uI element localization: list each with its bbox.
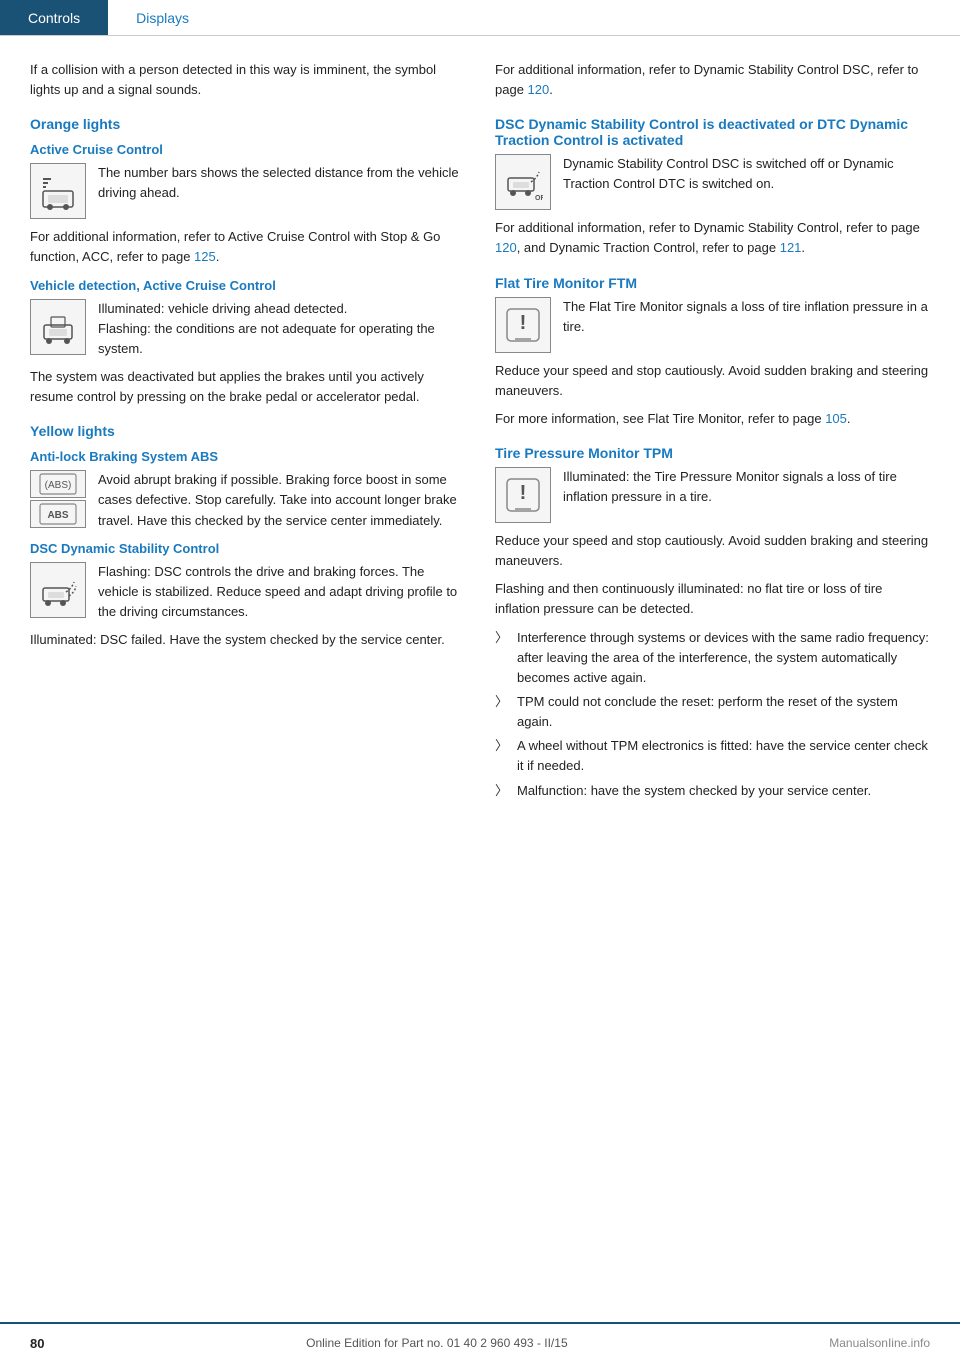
dsc-deactivated-desc: Dynamic Stability Control DSC is switche… [563,154,930,194]
dsc-page2-link[interactable]: 121 [780,240,802,255]
vehicle-detection-icon [30,299,86,355]
list-item: 〉 Malfunction: have the system checked b… [495,781,930,801]
abs-bottom-svg: ABS [38,502,78,526]
bullet-arrow: 〉 [495,781,509,801]
tpm-svg: ! [503,475,543,515]
bullet-arrow: 〉 [495,692,509,732]
orange-lights-heading: Orange lights [30,116,465,132]
dsc-off-svg: OFF [503,162,543,202]
svg-text:(ABS): (ABS) [45,480,72,491]
dsc-page1-link[interactable]: 120 [495,240,517,255]
bullet-arrow: 〉 [495,628,509,688]
main-content: If a collision with a person detected in… [0,36,960,845]
tab-displays[interactable]: Displays [108,0,217,35]
ftm-page-link[interactable]: 105 [825,411,847,426]
list-item: 〉 TPM could not conclude the reset: perf… [495,692,930,732]
abs-icon-stack: (ABS) ABS [30,470,86,528]
acc-bars-svg [38,171,78,211]
dsc-stability-subheading: DSC Dynamic Stability Control [30,541,465,556]
flat-tire-reduce: Reduce your speed and stop cautiously. A… [495,361,930,401]
active-cruise-description: The number bars shows the selected dista… [98,163,465,203]
tpm-icon: ! [495,467,551,523]
svg-text:OFF: OFF [535,195,543,202]
dsc-icon [30,562,86,618]
dsc-additional: For additional information, refer to Dyn… [495,218,930,258]
active-cruise-block: The number bars shows the selected dista… [30,163,465,219]
tpm-reduce: Reduce your speed and stop cautiously. A… [495,531,930,571]
vehicle-detection-text: Illuminated: vehicle driving ahead detec… [98,299,465,359]
right-column: For additional information, refer to Dyn… [495,60,930,805]
tire-pressure-block: ! Illuminated: the Tire Pressure Monitor… [495,467,930,523]
flat-tire-more: For more information, see Flat Tire Moni… [495,409,930,429]
svg-text:!: ! [520,312,527,334]
svg-text:!: ! [520,482,527,504]
bullet-arrow: 〉 [495,736,509,776]
dsc-svg [38,570,78,610]
vehicle-detection-body: The system was deactivated but applies t… [30,367,465,407]
flat-tire-svg: ! [503,305,543,345]
tire-pressure-heading: Tire Pressure Monitor TPM [495,445,930,461]
left-column: If a collision with a person detected in… [30,60,465,805]
header-tabs: Controls Displays [0,0,960,36]
abs-description: Avoid abrupt braking if possible. Brakin… [98,470,465,530]
footer-brand: ManualsonIine.info [829,1336,930,1350]
tab-displays-label: Displays [136,10,189,26]
acc-page-link[interactable]: 125 [194,249,216,264]
flat-tire-description: The Flat Tire Monitor signals a loss of … [563,297,930,337]
vehicle-detection-subheading: Vehicle detection, Active Cruise Control [30,278,465,293]
tpm-bullet-list: 〉 Interference through systems or device… [495,628,930,801]
vehicle-detection-block: Illuminated: vehicle driving ahead detec… [30,299,465,359]
active-cruise-additional: For additional information, refer to Act… [30,227,465,267]
abs-top-icon: (ABS) [30,470,86,498]
dsc-illuminated: Illuminated: DSC failed. Have the system… [30,630,465,650]
dsc-description: Flashing: DSC controls the drive and bra… [98,562,465,622]
abs-top-svg: (ABS) [38,472,78,496]
list-item: 〉 Interference through systems or device… [495,628,930,688]
page-number: 80 [30,1336,44,1351]
bullet-text-4: Malfunction: have the system checked by … [517,781,871,801]
acc-icon [30,163,86,219]
tpm-description: Illuminated: the Tire Pressure Monitor s… [563,467,930,507]
flat-tire-heading: Flat Tire Monitor FTM [495,275,930,291]
tab-controls-label: Controls [28,10,80,26]
flat-tire-block: ! The Flat Tire Monitor signals a loss o… [495,297,930,353]
svg-text:ABS: ABS [47,510,68,521]
intro-text: If a collision with a person detected in… [30,60,465,100]
bullet-text-1: Interference through systems or devices … [517,628,930,688]
abs-bottom-icon: ABS [30,500,86,528]
yellow-lights-heading: Yellow lights [30,423,465,439]
dsc-off-icon: OFF [495,154,551,210]
dsc-deactivated-heading: DSC Dynamic Stability Control is deactiv… [495,116,930,148]
list-item: 〉 A wheel without TPM electronics is fit… [495,736,930,776]
active-cruise-subheading: Active Cruise Control [30,142,465,157]
flat-tire-icon: ! [495,297,551,353]
dsc-block: Flashing: DSC controls the drive and bra… [30,562,465,622]
tpm-flashing: Flashing and then continuously illuminat… [495,579,930,619]
dsc-deactivated-block: OFF Dynamic Stability Control DSC is swi… [495,154,930,210]
bullet-text-3: A wheel without TPM electronics is fitte… [517,736,930,776]
bullet-text-2: TPM could not conclude the reset: perfor… [517,692,930,732]
dsc-intro-link[interactable]: 120 [528,82,550,97]
footer: 80 Online Edition for Part no. 01 40 2 9… [0,1322,960,1362]
vehicle-detection-svg [38,307,78,347]
abs-block: (ABS) ABS Avoid abrupt braking if possib… [30,470,465,530]
footer-info: Online Edition for Part no. 01 40 2 960 … [306,1336,568,1350]
tab-controls[interactable]: Controls [0,0,108,35]
dsc-intro: For additional information, refer to Dyn… [495,60,930,100]
abs-subheading: Anti-lock Braking System ABS [30,449,465,464]
